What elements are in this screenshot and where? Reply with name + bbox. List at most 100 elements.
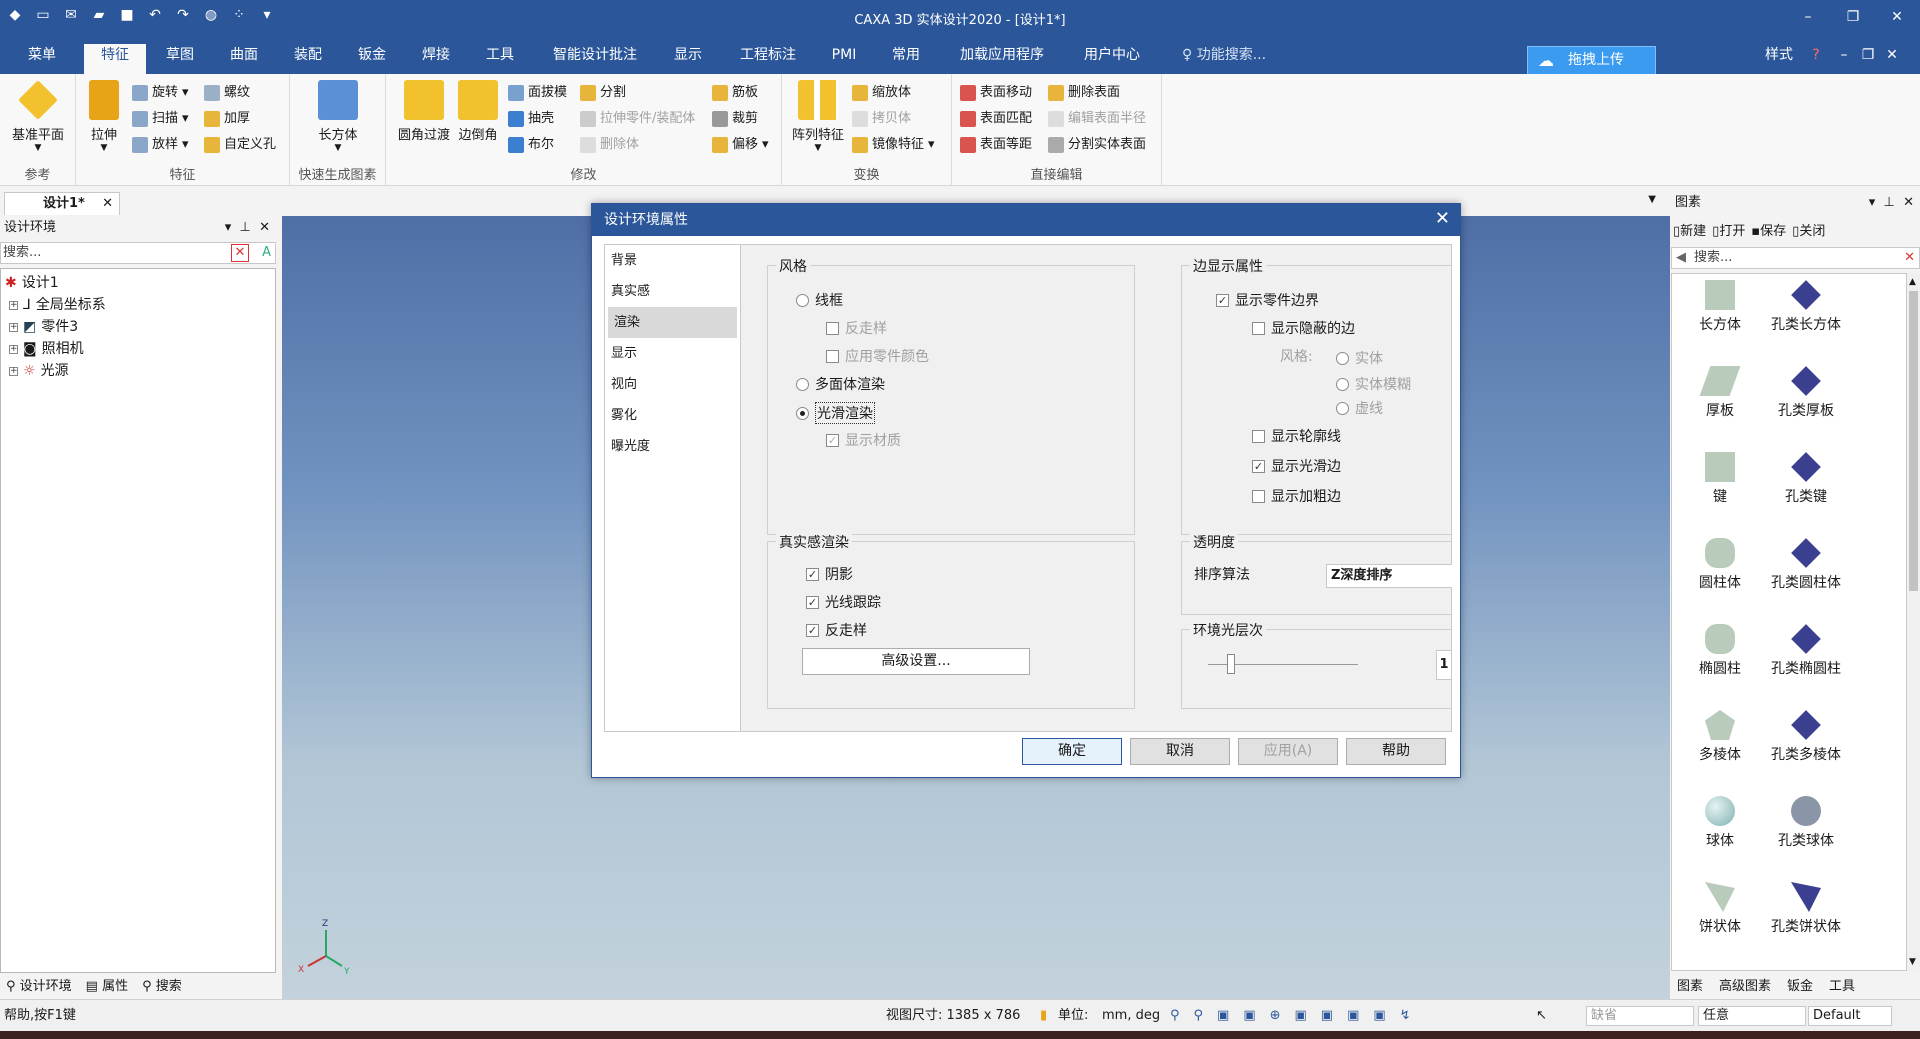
scale-button[interactable]: 缩放体 — [852, 82, 911, 104]
pin-icon[interactable]: ⊥ — [240, 220, 251, 235]
close-icon[interactable]: ✕ — [1903, 195, 1914, 210]
pin-icon[interactable]: ⊥ — [1884, 195, 1895, 210]
delete-face-button[interactable]: 删除表面 — [1048, 82, 1120, 104]
tab-pmi[interactable]: PMI — [826, 44, 862, 74]
tree-root[interactable]: ✱ 设计1 — [5, 273, 59, 293]
shape-hole-elliptic-cylinder[interactable]: 孔类椭圆柱 — [1756, 624, 1856, 678]
tree-item-camera[interactable]: + ◙ 照相机 — [9, 339, 84, 359]
apply-button[interactable]: 应用(A) — [1238, 738, 1338, 765]
select-cursor-icon[interactable]: ↖ — [1536, 1000, 1547, 1032]
custom-hole-button[interactable]: 自定义孔 — [204, 134, 276, 156]
solid-radio[interactable]: 实体 — [1336, 348, 1383, 368]
tab-feature[interactable]: 特征 — [84, 44, 146, 74]
select-mode-dropdown[interactable]: 任意 — [1698, 1006, 1806, 1026]
shadow-checkbox[interactable]: ✓ 阴影 — [806, 564, 853, 584]
tab-properties[interactable]: ▤ 属性 — [86, 975, 128, 999]
chevron-down-icon[interactable]: ▾ — [225, 220, 232, 235]
smooth-render-radio[interactable]: 光滑渲染 — [796, 402, 875, 424]
show-hidden-edges-checkbox[interactable]: 显示隐蔽的边 — [1252, 318, 1355, 338]
boolean-button[interactable]: 布尔 — [508, 134, 554, 156]
minimize-button[interactable]: – — [1793, 6, 1823, 28]
clear-search-icon[interactable]: ✕ — [1904, 248, 1915, 268]
datum-plane-button[interactable]: 基准平面 ▼ — [8, 80, 68, 153]
offset-button[interactable]: 偏移 ▾ — [712, 134, 769, 156]
tab-load-apps[interactable]: 加载应用程序 — [954, 44, 1050, 74]
help-icon[interactable]: ? — [1806, 44, 1826, 74]
tree-item-light[interactable]: + ☼ 光源 — [9, 361, 69, 381]
chamfer-button[interactable]: 边倒角 — [454, 80, 502, 143]
show-smooth-edges-checkbox[interactable]: ✓ 显示光滑边 — [1252, 456, 1341, 476]
shell-button[interactable]: 抽壳 — [508, 108, 554, 130]
search-options-icon[interactable]: A — [262, 243, 271, 263]
ribbon-restore-icon[interactable]: ❐ — [1860, 44, 1876, 74]
view-tools-icons[interactable]: ⚲⚲▣▣⊕▣▣▣▣↯ — [1170, 1000, 1425, 1032]
split-face-button[interactable]: 分割实体表面 — [1048, 134, 1146, 156]
nav-exposure[interactable]: 曝光度 — [605, 431, 740, 462]
nav-fog[interactable]: 雾化 — [605, 400, 740, 431]
expand-icon[interactable]: + — [9, 366, 18, 376]
tab-welding[interactable]: 焊接 — [416, 44, 456, 74]
style-menu[interactable]: 样式 — [1757, 44, 1801, 74]
ambient-level-value[interactable]: 1 — [1436, 650, 1452, 680]
shape-hole-plate[interactable]: 孔类厚板 — [1756, 366, 1856, 420]
draft-button[interactable]: 面拔模 — [508, 82, 567, 104]
catalog-open-button[interactable]: ▯打开 — [1712, 221, 1745, 243]
scroll-thumb[interactable] — [1909, 291, 1918, 591]
close-tab-icon[interactable]: ✕ — [102, 193, 113, 215]
thread-button[interactable]: 螺纹 — [204, 82, 250, 104]
tab-assembly[interactable]: 装配 — [288, 44, 328, 74]
tab-common[interactable]: 常用 — [886, 44, 926, 74]
nav-display[interactable]: 显示 — [605, 338, 740, 369]
tree-search-input[interactable]: 搜索... ✕ A — [0, 242, 276, 264]
catalog-search-input[interactable]: ◀ 搜索... ✕ — [1671, 247, 1920, 269]
show-material-checkbox[interactable]: ✓ 显示材质 — [826, 430, 901, 450]
use-part-color-checkbox[interactable]: 应用零件颜色 — [826, 346, 929, 366]
nav-realism[interactable]: 真实感 — [605, 276, 740, 307]
tab-sheetmetal[interactable]: 钣金 — [352, 44, 392, 74]
edit-radius-button[interactable]: 编辑表面半径 — [1048, 108, 1146, 130]
nav-background[interactable]: 背景 — [605, 245, 740, 276]
extrude-button[interactable]: 拉伸 ▼ — [82, 80, 126, 153]
document-tab[interactable]: 设计1* ✕ — [4, 192, 120, 215]
tab-tools-catalog[interactable]: 工具 — [1829, 975, 1855, 999]
close-icon[interactable]: ✕ — [259, 220, 270, 235]
expand-icon[interactable]: + — [9, 344, 18, 354]
ambient-slider-thumb[interactable] — [1226, 654, 1235, 674]
tab-tools[interactable]: 工具 — [480, 44, 520, 74]
fillet-button[interactable]: 圆角过渡 — [394, 80, 454, 143]
antialias-checkbox[interactable]: 反走样 — [826, 318, 887, 338]
feature-search[interactable]: ♀ 功能搜索... — [1182, 44, 1292, 74]
show-bold-edges-checkbox[interactable]: 显示加粗边 — [1252, 486, 1341, 506]
revolve-button[interactable]: 旋转 ▾ — [132, 82, 189, 104]
tab-list-chevron-icon[interactable]: ▼ — [1648, 194, 1656, 205]
upload-button[interactable]: ☁ 拖拽上传 — [1527, 46, 1656, 75]
cancel-button[interactable]: 取消 — [1130, 738, 1230, 765]
help-button[interactable]: 帮助 — [1346, 738, 1446, 765]
wireframe-radio[interactable]: 线框 — [796, 290, 843, 310]
back-arrow-icon[interactable]: ◀ — [1676, 248, 1686, 268]
scroll-up-icon[interactable]: ▲ — [1909, 277, 1916, 287]
catalog-close-button[interactable]: ▯关闭 — [1792, 221, 1825, 243]
tab-sketch[interactable]: 草图 — [160, 44, 200, 74]
expand-icon[interactable]: + — [9, 322, 18, 332]
tab-search[interactable]: ⚲ 搜索 — [142, 975, 182, 999]
pattern-button[interactable]: 阵列特征 ▼ — [788, 80, 848, 153]
raytrace-checkbox[interactable]: ✓ 光线跟踪 — [806, 592, 881, 612]
scroll-down-icon[interactable]: ▼ — [1909, 957, 1916, 967]
ribbon-close-icon[interactable]: ✕ — [1884, 44, 1900, 74]
show-part-edges-checkbox[interactable]: ✓ 显示零件边界 — [1216, 290, 1319, 310]
filter-input[interactable]: 缺省 — [1586, 1006, 1694, 1026]
unit-value[interactable]: mm, deg — [1102, 1000, 1160, 1032]
tab-user-center[interactable]: 用户中心 — [1078, 44, 1146, 74]
tab-display[interactable]: 显示 — [668, 44, 708, 74]
advanced-settings-button[interactable]: 高级设置... — [802, 648, 1030, 675]
match-face-button[interactable]: 表面匹配 — [960, 108, 1032, 130]
restore-button[interactable]: ❐ — [1838, 6, 1868, 28]
tab-menu[interactable]: 菜单 — [20, 44, 64, 74]
shape-hole-sphere[interactable]: 孔类球体 — [1756, 796, 1856, 850]
tree-item-part[interactable]: + ◩ 零件3 — [9, 317, 78, 337]
dashed-radio[interactable]: 虚线 — [1336, 398, 1383, 418]
trim-button[interactable]: 裁剪 — [712, 108, 758, 130]
clear-search-icon[interactable]: ✕ — [231, 244, 249, 262]
dialog-close-icon[interactable]: ✕ — [1435, 208, 1450, 229]
